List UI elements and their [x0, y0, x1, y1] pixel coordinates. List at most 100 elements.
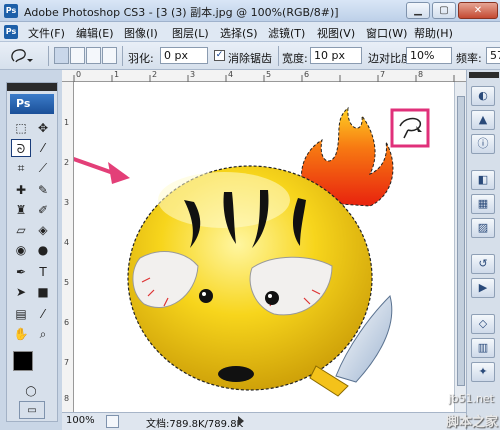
ruler-tick-label: 4: [64, 238, 70, 247]
ps-logo: Ps: [10, 94, 54, 114]
menu-select[interactable]: 选择(S): [220, 25, 258, 41]
paths-panel-icon[interactable]: ✦: [471, 362, 495, 382]
watermark-name: 脚本之家: [445, 415, 498, 430]
ruler-tick-label: 1: [64, 118, 70, 127]
crop-tool-icon[interactable]: ⌗: [11, 159, 31, 177]
slice-tool-icon[interactable]: ⟋: [33, 159, 53, 177]
history-brush-tool-icon[interactable]: ✐: [33, 201, 53, 219]
intersect-selection-button[interactable]: [102, 47, 117, 64]
menu-help[interactable]: 帮助(H): [414, 25, 453, 41]
marquee-tool-icon[interactable]: ⬚: [11, 119, 31, 137]
brush-tool-icon[interactable]: ✎: [33, 181, 53, 199]
ruler-tick-label: 3: [64, 198, 70, 207]
magic-wand-tool-icon[interactable]: ⁄: [33, 139, 53, 157]
close-button[interactable]: ✕: [458, 2, 498, 19]
path-selection-tool-icon[interactable]: ➤: [11, 283, 31, 301]
ruler-tick-label: 0: [76, 70, 82, 79]
minimize-button[interactable]: ▁: [406, 2, 430, 19]
dodge-tool-icon[interactable]: ●: [33, 241, 53, 259]
maximize-button[interactable]: ▢: [432, 2, 456, 19]
ruler-tick-label: 2: [64, 158, 70, 167]
pen-tool-icon[interactable]: ✒: [11, 263, 31, 281]
layers-panel-icon[interactable]: ◇: [471, 314, 495, 334]
feather-input[interactable]: 0 px: [160, 47, 208, 64]
status-menu-icon[interactable]: [106, 415, 119, 428]
add-to-selection-button[interactable]: [70, 47, 85, 64]
swatches-panel-icon[interactable]: ▦: [471, 194, 495, 214]
hand-tool-icon[interactable]: ✋: [11, 325, 31, 343]
menu-file[interactable]: 文件(F): [28, 25, 65, 41]
zoom-level[interactable]: 100%: [66, 415, 95, 426]
contrast-input[interactable]: 10%: [406, 47, 452, 64]
options-bar: 羽化: 0 px ✓ 消除锯齿 宽度: 10 px 边对比度: 10% 频率: …: [0, 42, 500, 70]
menu-app-icon[interactable]: Ps: [4, 25, 18, 39]
ruler-tick-label: 8: [418, 70, 424, 79]
window-title: Adobe Photoshop CS3 - [3 (3) 副本.jpg @ 10…: [24, 6, 339, 19]
healing-brush-tool-icon[interactable]: ✚: [11, 181, 31, 199]
eyedropper-tool-icon[interactable]: ⁄: [33, 305, 53, 323]
options-separator: [278, 46, 279, 66]
histogram-panel-icon[interactable]: ▲: [471, 110, 495, 130]
screen-mode-icon[interactable]: ▭: [19, 401, 45, 419]
ruler-tick-label: 5: [266, 70, 272, 79]
foreground-color-swatch[interactable]: [13, 351, 33, 371]
clone-stamp-tool-icon[interactable]: ♜: [11, 201, 31, 219]
subtract-from-selection-button[interactable]: [86, 47, 101, 64]
quick-mask-icon[interactable]: ◯: [21, 383, 41, 401]
ruler-vertical: 1 2 3 4 5 6 7 8: [62, 82, 74, 412]
document-size: 文档:789.8K/789.8K: [146, 419, 244, 430]
blur-tool-icon[interactable]: ◉: [11, 241, 31, 259]
ruler-tick-label: 5: [64, 278, 70, 287]
magnetic-lasso-preset-icon[interactable]: [8, 47, 34, 65]
notes-tool-icon[interactable]: ▤: [11, 305, 31, 323]
paint-bucket-tool-icon[interactable]: ◈: [33, 221, 53, 239]
menu-edit[interactable]: 编辑(E): [76, 25, 114, 41]
color-panel-icon[interactable]: ◧: [471, 170, 495, 190]
ruler-tick-label: 2: [152, 70, 158, 79]
ruler-horizontal: 0 1 2 3 4 5 6 7 8: [62, 70, 466, 82]
menu-layer[interactable]: 图层(L): [172, 25, 209, 41]
toolbox-panel: Ps ⬚ ✥ ᘐ ⁄ ⌗ ⟋ ✚ ✎ ♜ ✐ ▱ ◈ ◉ ● ✒ T ➤ ■ ▤…: [6, 82, 58, 422]
new-selection-button[interactable]: [54, 47, 69, 64]
dock-grip[interactable]: [469, 72, 499, 78]
info-panel-icon[interactable]: ⓘ: [471, 134, 495, 154]
move-tool-icon[interactable]: ✥: [33, 119, 53, 137]
watermark-site: jb51.net: [448, 392, 494, 405]
menu-window[interactable]: 窗口(W): [366, 25, 407, 41]
status-bar: 100% 文档:789.8K/789.8K: [62, 412, 466, 430]
styles-panel-icon[interactable]: ▨: [471, 218, 495, 238]
lasso-tool-icon[interactable]: ᘐ: [11, 139, 31, 157]
antialias-label: 消除锯齿: [228, 52, 272, 65]
channels-panel-icon[interactable]: ▥: [471, 338, 495, 358]
zoom-tool-icon[interactable]: ⌕: [33, 325, 53, 343]
ruler-tick-label: 6: [304, 70, 310, 79]
toolbox-grip[interactable]: [7, 83, 57, 91]
menu-view[interactable]: 视图(V): [317, 25, 355, 41]
width-input[interactable]: 10 px: [310, 47, 362, 64]
navigator-panel-icon[interactable]: ◐: [471, 86, 495, 106]
app-icon: Ps: [4, 4, 18, 18]
ruler-tick-label: 7: [64, 358, 70, 367]
scrollbar-thumb[interactable]: [457, 96, 465, 386]
options-separator: [122, 46, 123, 66]
document-canvas[interactable]: [53, 82, 454, 412]
eraser-tool-icon[interactable]: ▱: [11, 221, 31, 239]
emoji-artwork: [53, 106, 430, 397]
type-tool-icon[interactable]: T: [33, 263, 53, 281]
options-separator: [48, 46, 49, 66]
vertical-scrollbar[interactable]: [454, 82, 466, 412]
history-panel-icon[interactable]: ↺: [471, 254, 495, 274]
frequency-label: 频率:: [456, 52, 482, 65]
antialias-checkbox[interactable]: ✓: [214, 50, 225, 61]
highlight-box: [390, 108, 430, 148]
panel-dock: ◐ ▲ ⓘ ◧ ▦ ▨ ↺ ▶ ◇ ▥ ✦: [466, 70, 500, 430]
menu-filter[interactable]: 滤镜(T): [268, 25, 305, 41]
shape-tool-icon[interactable]: ■: [33, 283, 53, 301]
actions-panel-icon[interactable]: ▶: [471, 278, 495, 298]
ruler-tick-label: 4: [228, 70, 234, 79]
menu-image[interactable]: 图像(I): [124, 25, 158, 41]
frequency-input[interactable]: 57: [486, 47, 500, 64]
ruler-tick-label: 6: [64, 318, 70, 327]
status-arrow-icon[interactable]: [238, 416, 244, 426]
ruler-tick-label: 1: [114, 70, 120, 79]
